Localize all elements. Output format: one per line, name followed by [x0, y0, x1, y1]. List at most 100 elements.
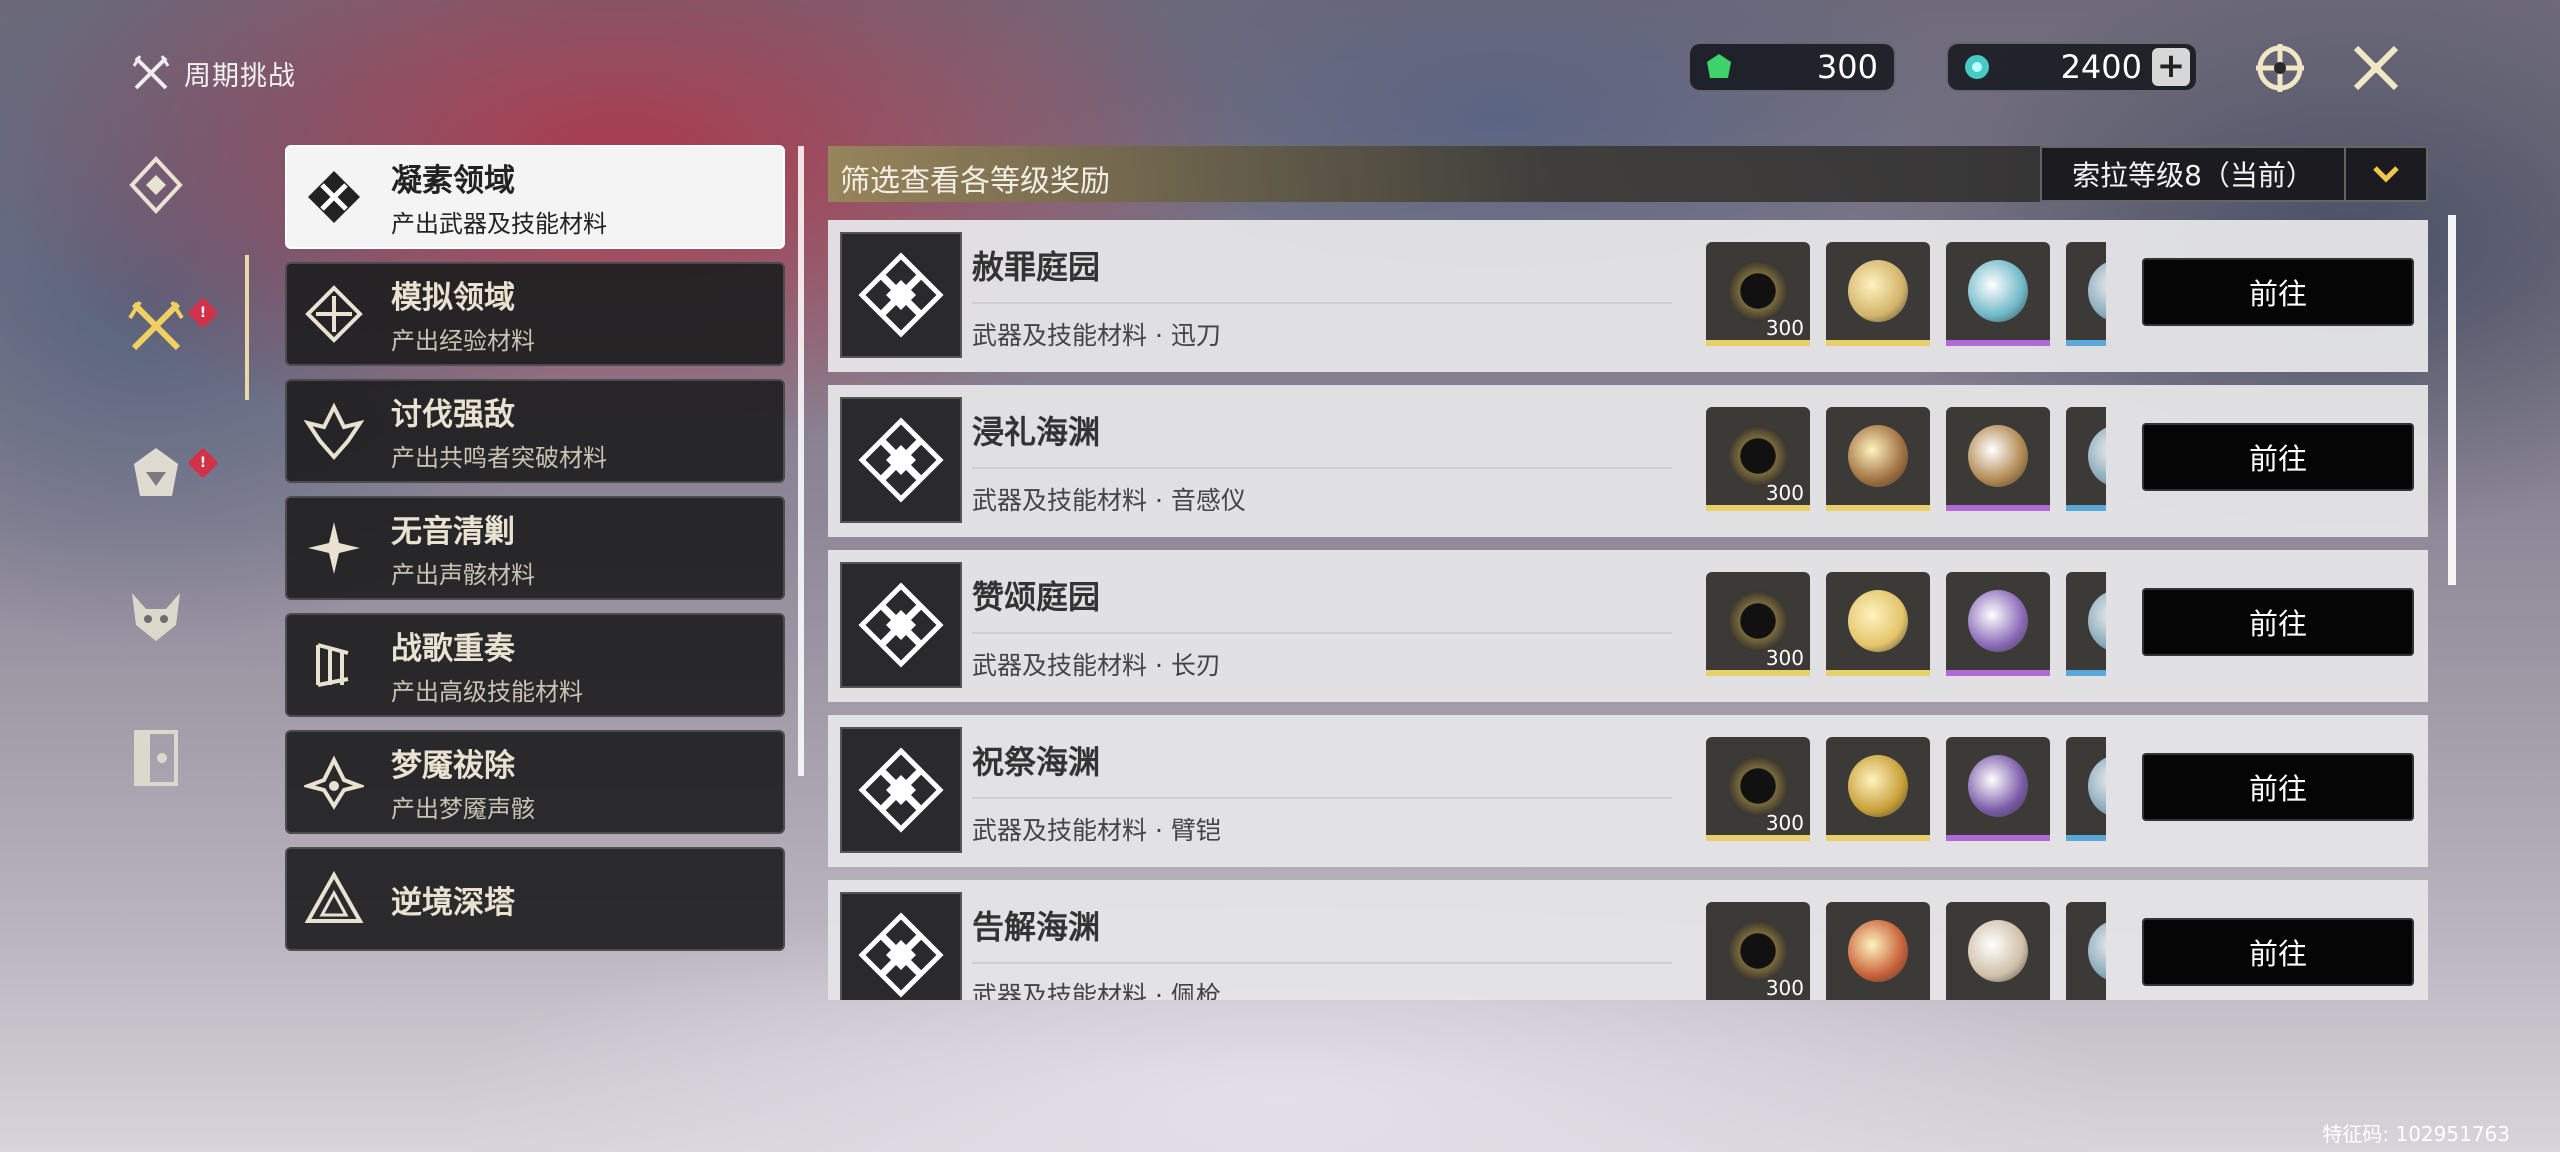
category-ningsu[interactable]: 凝素领域 产出武器及技能材料: [285, 145, 785, 249]
reward-qty: 300: [1765, 811, 1804, 835]
rarity-bar: [2066, 835, 2106, 841]
monster-head-icon: [134, 448, 178, 496]
sparkle-icon: [308, 522, 360, 574]
reward-item[interactable]: [2066, 737, 2106, 841]
domain-name: 浸礼海渊: [972, 413, 1101, 451]
shell-credit-icon: [1728, 260, 1788, 322]
rarity-bar: [1946, 835, 2050, 841]
domain-name: 祝祭海渊: [972, 743, 1101, 781]
material-icon: [2088, 260, 2106, 322]
shell-credit-icon: [1728, 425, 1788, 487]
category-sub: 产出共鸣者突破材料: [391, 444, 607, 472]
category-moni[interactable]: 模拟领域 产出经验材料: [285, 262, 785, 366]
divider: [972, 302, 1672, 304]
simulation-icon: [305, 285, 363, 343]
reward-item[interactable]: 300: [1706, 902, 1810, 1000]
category-nijing[interactable]: 逆境深塔: [285, 847, 785, 951]
reward-qty: 300: [1765, 481, 1804, 505]
currency-green-value: 300: [1816, 48, 1878, 86]
domain-row[interactable]: 赞颂庭园 武器及技能材料 · 长刃 300 前往: [828, 550, 2428, 702]
go-button[interactable]: 前往: [2142, 423, 2414, 491]
category-taofa[interactable]: 讨伐强敌 产出共鸣者突破材料: [285, 379, 785, 483]
domain-desc: 武器及技能材料 · 长刃: [972, 651, 1221, 680]
reward-list: 300: [1706, 572, 2106, 682]
reward-list: 300: [1706, 242, 2106, 352]
domain-name: 赦罪庭园: [972, 248, 1101, 286]
reward-item[interactable]: 300: [1706, 242, 1810, 346]
filter-bar: 筛选查看各等级奖励 索拉等级8（当前）: [828, 146, 2428, 202]
reward-list: 300: [1706, 902, 2106, 1000]
compass-icon[interactable]: [2250, 38, 2310, 98]
diamond-rune-icon[interactable]: [126, 155, 186, 215]
category-mengyan[interactable]: 梦魇祓除 产出梦魇声骸: [285, 730, 785, 834]
domain-row[interactable]: 告解海渊 武器及技能材料 · 佩枪 300 前往: [828, 880, 2428, 1000]
category-sub: 产出梦魇声骸: [391, 795, 535, 823]
go-button[interactable]: 前往: [2142, 258, 2414, 326]
reward-item[interactable]: [1946, 242, 2050, 346]
reward-item[interactable]: [2066, 407, 2106, 511]
reward-qty: 300: [1765, 646, 1804, 670]
reward-item[interactable]: [1826, 902, 1930, 1000]
add-currency-button[interactable]: +: [2152, 48, 2190, 86]
material-icon: [1848, 590, 1908, 652]
rail-active-indicator: [245, 255, 249, 400]
category-wuyin[interactable]: 无音清剿 产出声骸材料: [285, 496, 785, 600]
domain-rune-icon: [858, 912, 944, 998]
reward-item[interactable]: 300: [1706, 407, 1810, 511]
category-name: 讨伐强敌: [391, 397, 515, 433]
category-sub: 产出声骸材料: [391, 561, 535, 589]
material-icon: [1968, 425, 2028, 487]
domain-row[interactable]: 浸礼海渊 武器及技能材料 · 音感仪 300 前往: [828, 385, 2428, 537]
rarity-bar: [2066, 340, 2106, 346]
reward-qty: 300: [1765, 316, 1804, 340]
close-icon[interactable]: [2346, 38, 2406, 98]
rarity-bar: [1946, 340, 2050, 346]
go-button[interactable]: 前往: [2142, 588, 2414, 656]
category-sub: 产出武器及技能材料: [391, 210, 607, 238]
reward-item[interactable]: [1946, 902, 2050, 1000]
domain-row[interactable]: 祝祭海渊 武器及技能材料 · 臂铠 300 前往: [828, 715, 2428, 867]
level-select[interactable]: 索拉等级8（当前）: [2040, 146, 2428, 202]
domain-scrollbar[interactable]: [2448, 215, 2456, 585]
reward-item[interactable]: [1826, 737, 1930, 841]
reward-item[interactable]: [1946, 572, 2050, 676]
rarity-bar: [2066, 670, 2106, 676]
domain-name: 告解海渊: [972, 908, 1101, 946]
reward-item[interactable]: 300: [1706, 737, 1810, 841]
reward-item[interactable]: [2066, 242, 2106, 346]
domain-row[interactable]: 赦罪庭园 武器及技能材料 · 迅刀 300 前往: [828, 220, 2428, 372]
go-button[interactable]: 前往: [2142, 753, 2414, 821]
currency-green[interactable]: 300: [1688, 42, 1896, 92]
crossed-swords-icon: [132, 55, 170, 90]
divider: [972, 632, 1672, 634]
go-button[interactable]: 前往: [2142, 918, 2414, 986]
reward-item[interactable]: [1946, 407, 2050, 511]
rail-item-challenge[interactable]: !: [126, 296, 219, 366]
category-zhange[interactable]: 战歌重奏 产出高级技能材料: [285, 613, 785, 717]
reward-list: 300: [1706, 407, 2106, 517]
rarity-bar: [2066, 505, 2106, 511]
demon-mask-icon[interactable]: [126, 585, 186, 645]
domain-list[interactable]: 赦罪庭园 武器及技能材料 · 迅刀 300 前往 浸礼海渊 武器及技能材料 · 音感仪 30…: [828, 220, 2428, 1000]
rarity-bar: [1706, 340, 1810, 346]
reward-list: 300: [1706, 737, 2106, 847]
reward-item[interactable]: [1946, 737, 2050, 841]
rarity-bar: [1706, 835, 1810, 841]
reward-item[interactable]: [2066, 902, 2106, 1000]
category-scrollbar[interactable]: [798, 146, 804, 776]
reward-item[interactable]: [1826, 242, 1930, 346]
currency-astrite[interactable]: 2400 +: [1946, 42, 2198, 92]
reward-item[interactable]: [2066, 572, 2106, 676]
domain-thumbnail: [840, 727, 962, 853]
reward-item[interactable]: [1826, 572, 1930, 676]
domain-rune-icon: [858, 417, 944, 503]
reward-item[interactable]: [1826, 407, 1930, 511]
material-icon: [2088, 425, 2106, 487]
rarity-bar: [1826, 340, 1930, 346]
reward-item[interactable]: 300: [1706, 572, 1810, 676]
nightmare-icon: [304, 755, 364, 810]
material-icon: [1968, 920, 2028, 982]
rail-item-monster[interactable]: !: [126, 442, 219, 512]
rarity-bar: [1826, 505, 1930, 511]
gate-icon[interactable]: [126, 728, 186, 788]
